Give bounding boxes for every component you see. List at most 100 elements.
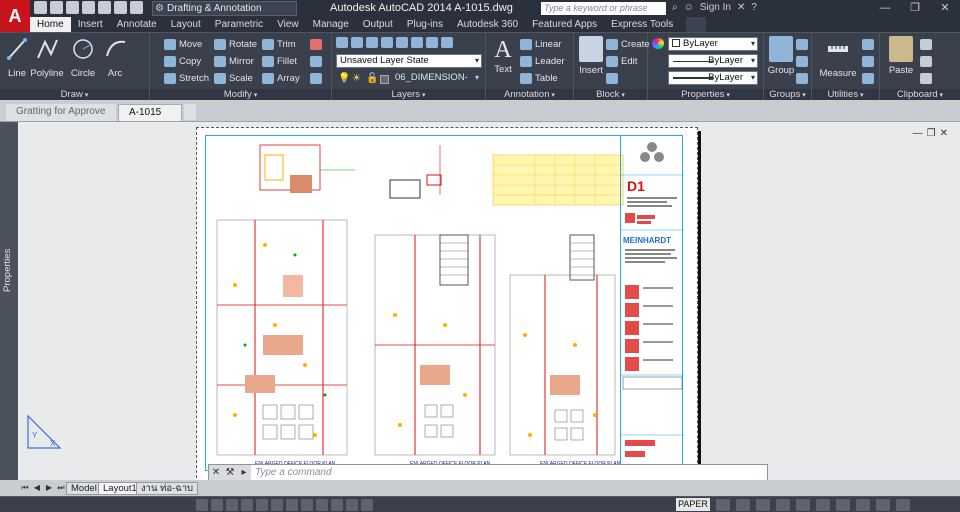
copy-button[interactable]: Copy: [164, 54, 201, 68]
quick-properties-icon[interactable]: [346, 499, 358, 511]
paper-space-toggle[interactable]: PAPER: [676, 498, 710, 511]
close-icon[interactable]: ✕: [209, 467, 223, 478]
ribbon-tab-home[interactable]: Home: [30, 17, 71, 32]
restore-button[interactable]: ❐: [900, 0, 930, 17]
ortho-toggle-icon[interactable]: [226, 499, 238, 511]
arc-button[interactable]: Arc: [98, 36, 132, 79]
redo-icon[interactable]: [130, 1, 143, 14]
select-all-button[interactable]: [862, 54, 874, 68]
new-file-icon[interactable]: [34, 1, 47, 14]
osnap-toggle-icon[interactable]: [256, 499, 268, 511]
prev-tab-icon[interactable]: ◀: [32, 482, 42, 493]
layer-isolate-icon[interactable]: [366, 37, 378, 48]
help-icon[interactable]: ?: [751, 2, 757, 13]
measure-button[interactable]: Measure: [816, 36, 860, 79]
ribbon-tab-layout[interactable]: Layout: [164, 17, 208, 32]
wrench-icon[interactable]: ⚒: [223, 467, 237, 478]
move-button[interactable]: Move: [164, 37, 202, 51]
insert-button[interactable]: Insert: [574, 36, 608, 76]
layer-previous-icon[interactable]: [441, 37, 453, 48]
save-icon[interactable]: [66, 1, 79, 14]
circle-button[interactable]: Circle: [66, 36, 100, 79]
app-menu-button[interactable]: A: [0, 0, 30, 32]
mirror-button[interactable]: Mirror: [214, 54, 254, 68]
next-tab-icon[interactable]: ▶: [44, 482, 54, 493]
create-block-button[interactable]: Create: [606, 37, 650, 51]
command-input[interactable]: Type a command: [251, 465, 767, 480]
isolate-objects-icon[interactable]: [856, 499, 870, 511]
first-tab-icon[interactable]: ⏮: [20, 482, 30, 493]
color-dropdown[interactable]: ByLayer: [668, 37, 758, 51]
rotate-button[interactable]: Rotate: [214, 37, 257, 51]
block-attribute-button[interactable]: [606, 71, 618, 85]
ungroup-button[interactable]: [796, 37, 808, 51]
ribbon-tab-featured-apps[interactable]: Featured Apps: [525, 17, 604, 32]
viewport-close-button[interactable]: ✕: [940, 128, 948, 139]
paste-button[interactable]: Paste: [884, 36, 918, 76]
grid-toggle-icon[interactable]: [211, 499, 223, 511]
plot-icon[interactable]: [98, 1, 111, 14]
quickcalc-button[interactable]: [862, 37, 874, 51]
zoom-icon[interactable]: [776, 499, 790, 511]
workspace-switch-icon[interactable]: [816, 499, 830, 511]
doc-tab-a1015[interactable]: A-1015: [118, 104, 182, 121]
binoculars-icon[interactable]: ⌕: [672, 2, 678, 13]
stretch-button[interactable]: Stretch: [164, 71, 209, 85]
tab-layout-thai[interactable]: งาน ท่อ-ฉาบ: [136, 482, 199, 495]
undo-icon[interactable]: [114, 1, 127, 14]
transparency-toggle-icon[interactable]: [331, 499, 343, 511]
edit-block-button[interactable]: Edit: [606, 54, 637, 68]
cut-button[interactable]: [920, 37, 932, 51]
doc-tab-gratting[interactable]: Gratting for Approve: [6, 104, 116, 121]
lock-ui-icon[interactable]: [836, 499, 850, 511]
otrack-toggle-icon[interactable]: [271, 499, 283, 511]
exchange-icon[interactable]: ✕: [737, 2, 745, 13]
user-icon[interactable]: ☺: [684, 2, 694, 13]
layer-lock-icon[interactable]: [411, 37, 423, 48]
ribbon-tab-autodesk-360[interactable]: Autodesk 360: [450, 17, 525, 32]
properties-palette[interactable]: Properties: [0, 122, 18, 496]
group-button[interactable]: Group: [764, 36, 798, 76]
quick-view-layouts-icon[interactable]: [716, 499, 730, 511]
ribbon-tab-output[interactable]: Output: [356, 17, 400, 32]
snap-toggle-icon[interactable]: [196, 499, 208, 511]
linear-dim-button[interactable]: Linear: [520, 37, 561, 51]
command-prompt-icon[interactable]: ▸: [237, 467, 251, 478]
selection-cycling-icon[interactable]: [361, 499, 373, 511]
layer-state-icon[interactable]: [351, 37, 363, 48]
tab-model[interactable]: Model: [66, 482, 102, 495]
ribbon-minimize-button[interactable]: [686, 17, 707, 32]
polyline-button[interactable]: Polyline: [30, 36, 64, 79]
quick-view-drawings-icon[interactable]: [736, 499, 750, 511]
group-edit-button[interactable]: [796, 54, 808, 68]
clean-screen-icon[interactable]: [896, 499, 910, 511]
open-file-icon[interactable]: [50, 1, 63, 14]
ribbon-tab-insert[interactable]: Insert: [71, 17, 110, 32]
ribbon-tab-manage[interactable]: Manage: [306, 17, 356, 32]
layer-freeze-icon[interactable]: [381, 37, 393, 48]
group-select-button[interactable]: [796, 71, 808, 85]
offset-button[interactable]: [310, 71, 322, 85]
erase-button[interactable]: [310, 37, 322, 51]
last-tab-icon[interactable]: ⏭: [56, 482, 66, 493]
save-as-icon[interactable]: [82, 1, 95, 14]
lineweight-toggle-icon[interactable]: [316, 499, 328, 511]
ribbon-tab-annotate[interactable]: Annotate: [110, 17, 164, 32]
text-button[interactable]: A Text: [486, 36, 520, 75]
close-button[interactable]: ✕: [930, 0, 960, 17]
search-input[interactable]: Type a keyword or phrase: [541, 2, 666, 15]
layer-off-icon[interactable]: [396, 37, 408, 48]
layer-match-icon[interactable]: [426, 37, 438, 48]
copy-clip-button[interactable]: [920, 54, 932, 68]
layer-properties-icon[interactable]: [336, 37, 348, 48]
scale-button[interactable]: Scale: [214, 71, 253, 85]
leader-button[interactable]: Leader: [520, 54, 565, 68]
ribbon-tab-parametric[interactable]: Parametric: [208, 17, 270, 32]
workspace-dropdown[interactable]: Drafting & Annotation: [152, 1, 297, 16]
table-button[interactable]: Table: [520, 71, 558, 85]
layer-state-dropdown[interactable]: Unsaved Layer State: [336, 54, 482, 68]
copy-base-button[interactable]: [920, 71, 932, 85]
annotation-scale-icon[interactable]: [796, 499, 810, 511]
ribbon-tab-express-tools[interactable]: Express Tools: [604, 17, 680, 32]
ducs-toggle-icon[interactable]: [286, 499, 298, 511]
